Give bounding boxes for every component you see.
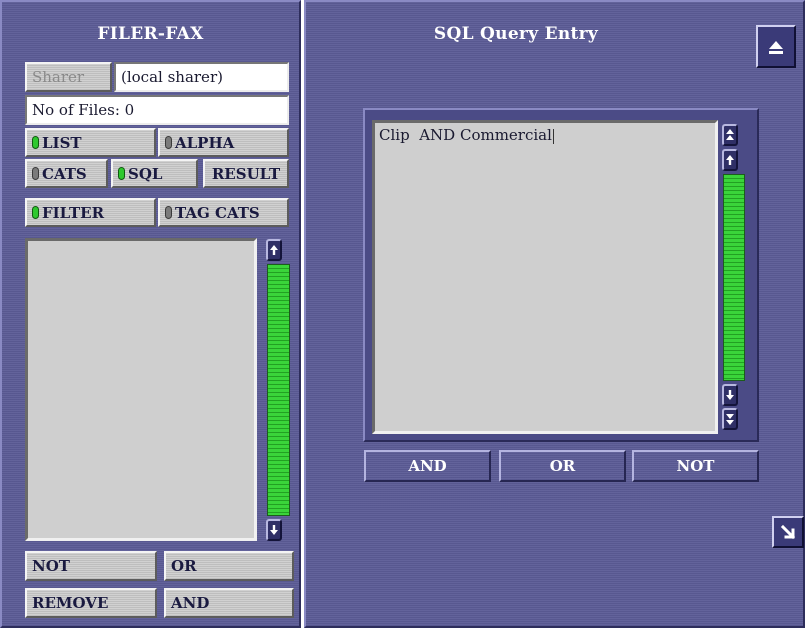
list-led-indicator — [32, 136, 39, 149]
query-scroll-top-button[interactable] — [722, 124, 738, 146]
or-button[interactable]: OR — [164, 551, 294, 581]
result-button[interactable]: RESULT — [203, 159, 289, 188]
arrow-up-icon — [270, 245, 278, 255]
filter-button-label: FILTER — [42, 203, 105, 222]
sql-button[interactable]: SQL — [111, 159, 198, 188]
list-scroll-down-button[interactable] — [266, 519, 282, 541]
cats-button[interactable]: CATS — [25, 159, 108, 188]
sql-or-button[interactable]: OR — [499, 450, 626, 482]
query-scroll-down-button[interactable] — [722, 384, 738, 406]
text-caret — [552, 128, 554, 144]
filer-fax-title: FILER-FAX — [97, 24, 204, 44]
double-arrow-down-icon — [726, 414, 734, 425]
sql-button-label: SQL — [128, 164, 163, 183]
list-scrollbar-track[interactable] — [267, 264, 290, 516]
arrow-up-icon — [726, 155, 734, 165]
sql-and-button[interactable]: AND — [364, 450, 491, 482]
sql-query-textarea[interactable]: Clip AND Commercial — [372, 120, 718, 434]
arrow-down-icon — [726, 390, 734, 400]
sql-query-entry-panel: SQL Query Entry Clip AND Commercial AND … — [304, 0, 805, 628]
sharer-button[interactable]: Sharer — [25, 62, 112, 92]
alpha-led-indicator — [165, 136, 172, 149]
query-scroll-up-button[interactable] — [722, 149, 738, 171]
file-count-label: No of Files: 0 — [25, 95, 289, 125]
and-button[interactable]: AND — [164, 588, 294, 618]
query-scroll-bottom-button[interactable] — [722, 408, 738, 430]
list-button[interactable]: LIST — [25, 128, 156, 157]
cats-led-indicator — [32, 167, 39, 180]
filer-fax-panel: FILER-FAX Sharer (local sharer) No of Fi… — [0, 0, 301, 628]
sql-query-text: Clip AND Commercial — [379, 126, 552, 144]
resize-button[interactable] — [772, 516, 804, 548]
tag-cats-button[interactable]: TAG CATS — [158, 198, 289, 227]
cats-button-label: CATS — [42, 164, 87, 183]
alpha-button[interactable]: ALPHA — [158, 128, 289, 157]
alpha-button-label: ALPHA — [175, 133, 235, 152]
filter-led-indicator — [32, 206, 39, 219]
remove-button[interactable]: REMOVE — [25, 588, 157, 618]
double-arrow-up-icon — [726, 129, 734, 140]
tag-cats-led-indicator — [165, 206, 172, 219]
eject-button[interactable] — [756, 25, 796, 68]
sql-not-button[interactable]: NOT — [632, 450, 759, 482]
resize-arrow-icon — [780, 524, 796, 540]
file-list[interactable] — [25, 238, 257, 541]
not-button[interactable]: NOT — [25, 551, 157, 581]
list-button-label: LIST — [42, 133, 82, 152]
sql-led-indicator — [118, 167, 125, 180]
filter-button[interactable]: FILTER — [25, 198, 156, 227]
eject-icon — [769, 40, 783, 54]
query-scrollbar-track[interactable] — [723, 174, 745, 381]
sql-query-entry-title: SQL Query Entry — [433, 24, 599, 44]
arrow-down-icon — [270, 525, 278, 535]
list-scroll-up-button[interactable] — [266, 239, 282, 261]
tag-cats-button-label: TAG CATS — [175, 203, 260, 222]
sharer-field[interactable]: (local sharer) — [114, 62, 289, 92]
